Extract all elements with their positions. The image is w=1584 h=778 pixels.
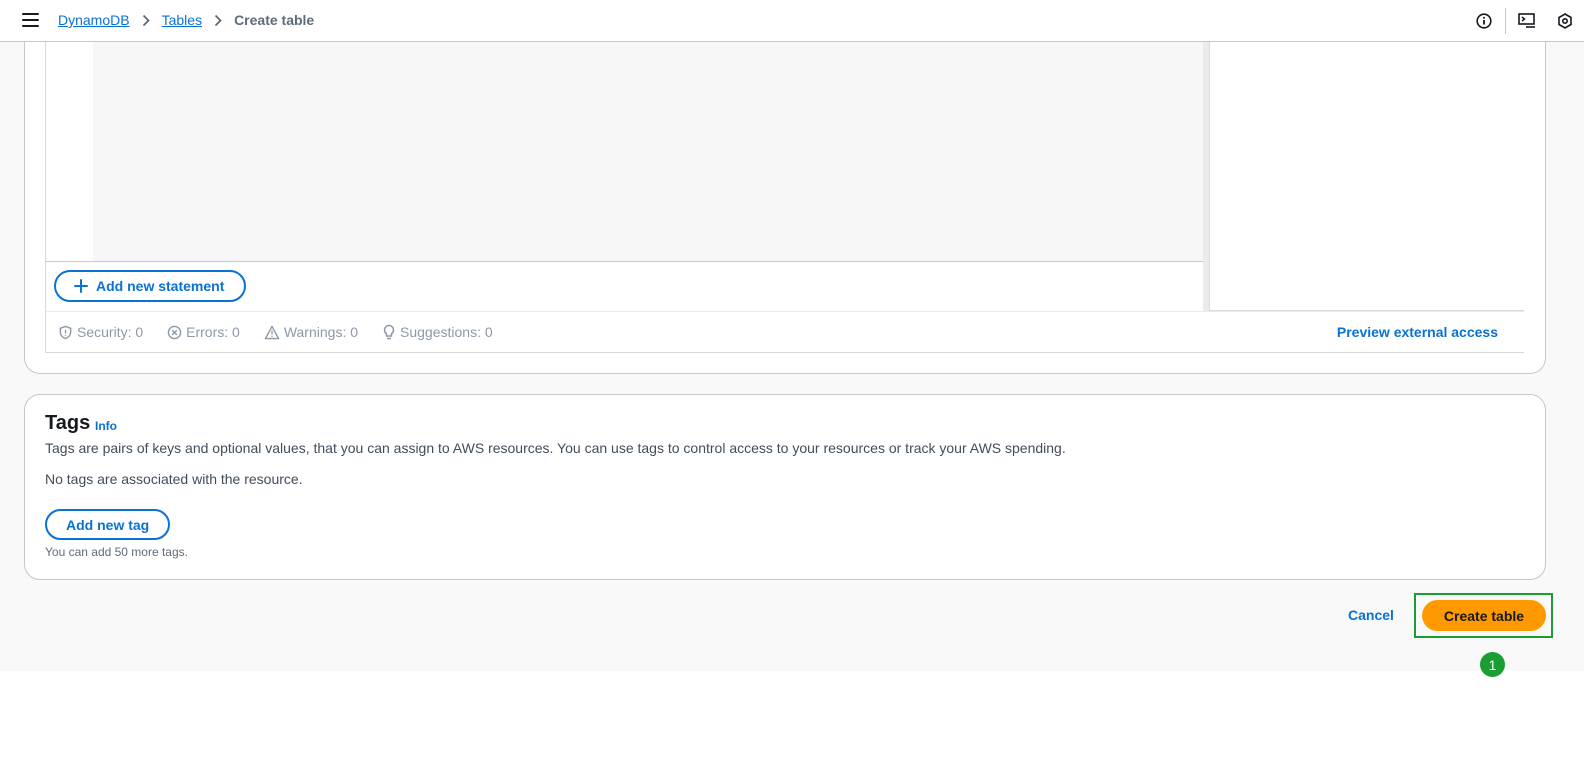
- cloudshell-icon[interactable]: [1508, 0, 1546, 42]
- breadcrumb: DynamoDB Tables Create table: [58, 12, 314, 28]
- breadcrumb-dynamodb[interactable]: DynamoDB: [58, 12, 130, 28]
- tags-info-link[interactable]: Info: [95, 419, 117, 433]
- plus-icon: [74, 279, 88, 293]
- tags-empty-message: No tags are associated with the resource…: [45, 471, 303, 487]
- editor-code-area[interactable]: [93, 42, 1203, 261]
- tags-panel: Tags Info Tags are pairs of keys and opt…: [24, 394, 1546, 580]
- preview-external-access-link[interactable]: Preview external access: [1337, 324, 1498, 340]
- cancel-button[interactable]: Cancel: [1348, 607, 1394, 623]
- toolbar-divider: [1505, 8, 1506, 34]
- editor-status-bar: Security: 0 Errors: 0 Warnings: 0 Sugges…: [46, 311, 1524, 352]
- add-new-tag-button[interactable]: Add new tag: [45, 509, 171, 540]
- errors-status: Errors: 0: [167, 324, 240, 340]
- editor-statement-panel: [1209, 42, 1524, 311]
- tags-heading: Tags: [45, 412, 91, 434]
- error-icon: [167, 325, 182, 339]
- menu-icon[interactable]: [22, 13, 39, 27]
- breadcrumb-tables[interactable]: Tables: [162, 12, 202, 28]
- errors-count: Errors: 0: [186, 324, 240, 340]
- security-status: Security: 0: [58, 324, 143, 340]
- suggestions-count: Suggestions: 0: [400, 324, 493, 340]
- chevron-right-icon: [135, 13, 157, 27]
- policy-editor: Add new statement Security: 0 Errors: 0 …: [45, 42, 1524, 353]
- security-count: Security: 0: [77, 324, 144, 340]
- tags-limit-hint: You can add 50 more tags.: [45, 545, 188, 559]
- tags-description: Tags are pairs of keys and optional valu…: [45, 440, 1066, 456]
- step-marker: 1: [1480, 652, 1505, 677]
- editor-gutter: [46, 42, 93, 261]
- editor-toolbar: Add new statement: [46, 261, 1203, 311]
- warning-icon: [264, 325, 280, 339]
- warnings-status: Warnings: 0: [264, 324, 358, 340]
- add-new-statement-button[interactable]: Add new statement: [54, 270, 247, 302]
- info-icon[interactable]: [1465, 0, 1503, 42]
- add-new-statement-label: Add new statement: [96, 278, 225, 294]
- suggestions-status: Suggestions: 0: [382, 324, 493, 340]
- top-navigation-bar: DynamoDB Tables Create table: [0, 0, 1584, 42]
- warnings-count: Warnings: 0: [283, 324, 359, 340]
- create-table-button[interactable]: Create table: [1422, 600, 1546, 631]
- chevron-right-icon: [207, 13, 229, 27]
- top-icon-group: [1465, 0, 1584, 42]
- settings-icon[interactable]: [1546, 0, 1584, 42]
- shield-icon: [59, 325, 72, 339]
- lightbulb-icon: [383, 324, 395, 340]
- breadcrumb-create-table: Create table: [234, 12, 315, 28]
